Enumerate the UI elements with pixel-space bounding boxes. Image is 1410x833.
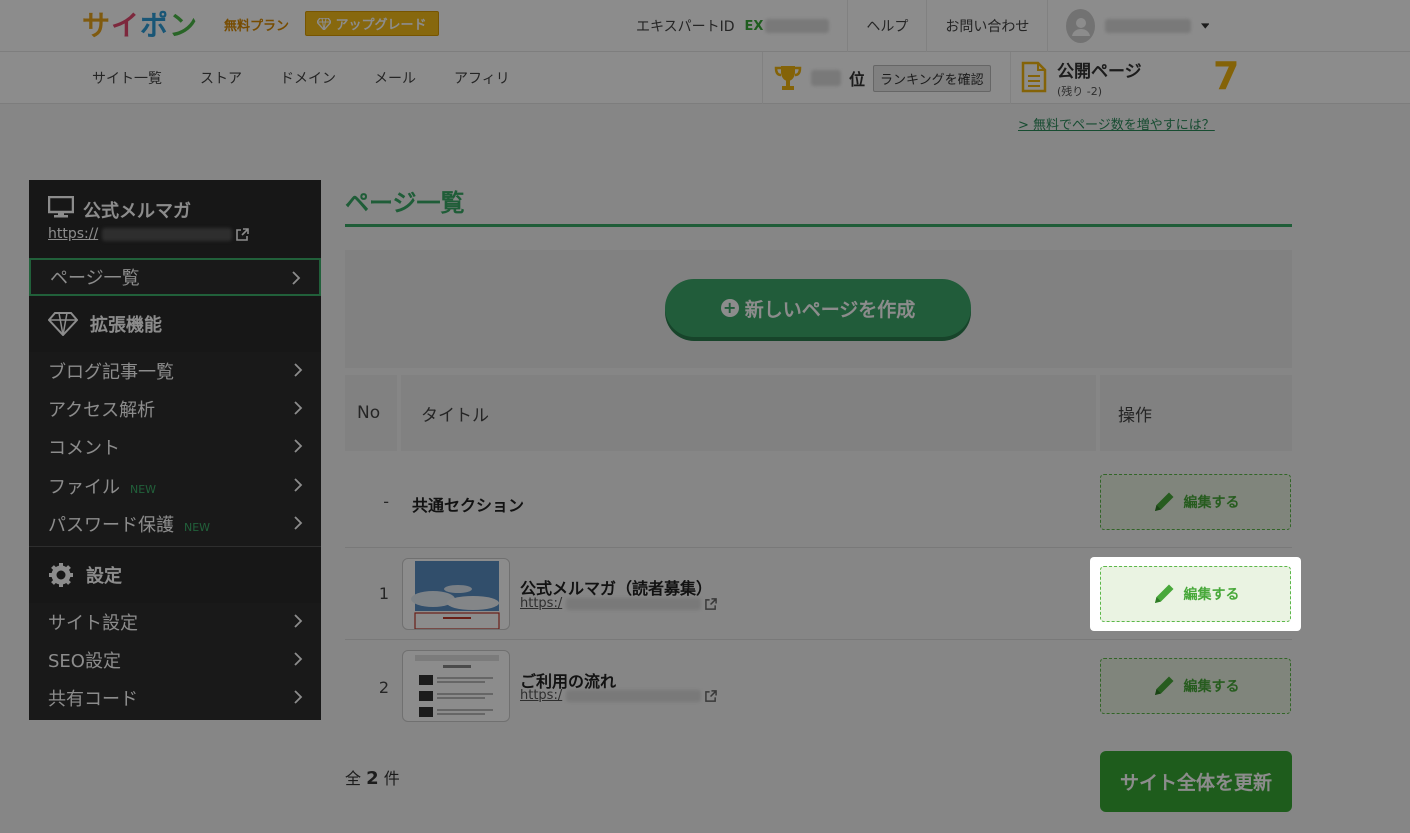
tutorial-spotlight: 編集する	[1090, 557, 1301, 631]
dim-overlay	[0, 0, 1410, 833]
pencil-icon	[1154, 584, 1173, 603]
edit-page-1-button[interactable]: 編集する	[1100, 566, 1291, 622]
